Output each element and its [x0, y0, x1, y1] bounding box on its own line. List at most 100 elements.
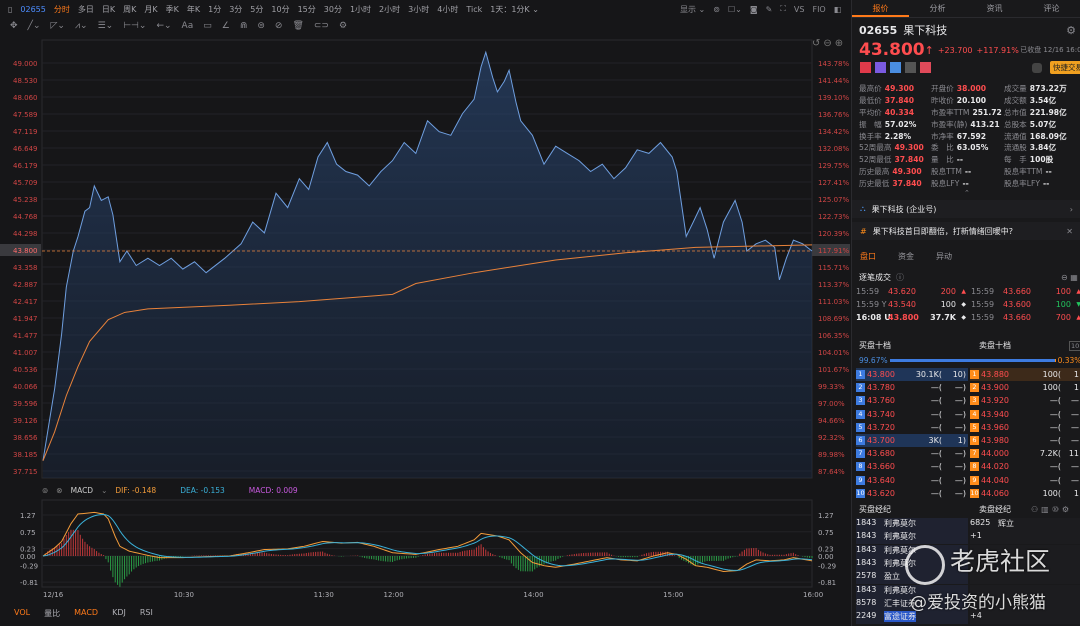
pct-tick-label: 108.69% — [818, 315, 849, 323]
stat-value: 37.840 — [884, 95, 915, 105]
price-tick-label: 42.417 — [13, 298, 38, 306]
settings-icon[interactable]: ⊚ — [42, 486, 48, 495]
panel-tab[interactable]: 分析 — [909, 0, 966, 17]
broker-row[interactable]: +4 — [970, 611, 1080, 625]
level-number: 8 — [970, 462, 979, 472]
level-number: 2 — [970, 383, 979, 393]
sub-tab[interactable]: 资金 — [898, 251, 914, 262]
indicator-tab[interactable]: MACD — [74, 608, 98, 619]
ask-level[interactable]: 6 43.980 —(— — [970, 434, 1080, 447]
quick-trade-button[interactable]: 快捷交易 — [1050, 61, 1080, 74]
broker-id: 2578 — [856, 571, 877, 581]
broker-row[interactable] — [970, 544, 1080, 558]
sub-tab[interactable]: 异动 — [936, 251, 952, 262]
broker-row[interactable]: 6825 辉立 — [970, 518, 1080, 531]
stat-item: 开盘价 38.000 — [931, 84, 1004, 95]
bid-level[interactable]: 10 43.620 —(—) — [856, 487, 968, 500]
indicator-name[interactable]: MACD — [71, 486, 93, 495]
gear-icon[interactable]: ⚙ — [1066, 24, 1076, 37]
sub-tab[interactable]: 盘口 — [860, 251, 876, 262]
panel-tab[interactable]: 报价 — [852, 0, 909, 17]
time-axis-label: 12:00 — [384, 591, 404, 599]
levels-button[interactable]: 10 — [1069, 340, 1080, 351]
bid-level[interactable]: 8 43.660 —(—) — [856, 460, 968, 473]
collapse-icon[interactable]: ⌃ — [964, 189, 970, 197]
broker-id: 1843 — [856, 557, 877, 567]
intraday-chart[interactable]: 49.000 143.78% 48.530 141.44% 48.060 139.10% 4… — [0, 0, 850, 626]
bid-price: 43.700 — [867, 436, 895, 445]
stat-label: 最高价 — [859, 84, 882, 93]
ask-level[interactable]: 4 43.940 —(— — [970, 408, 1080, 421]
bid-level[interactable]: 9 43.640 —(—) — [856, 474, 968, 487]
broker-tools-icons[interactable]: ⚇▥⑩⚙ — [1031, 505, 1072, 514]
macd-frame — [41, 499, 813, 588]
pct-tick-label: 120.39% — [818, 230, 849, 238]
close-icon[interactable]: ✕ — [1066, 227, 1073, 236]
broker-name: 辉立 — [998, 519, 1014, 528]
enterprise-link[interactable]: ⛬ 果下科技 (企业号) › — [852, 200, 1080, 218]
broker-row[interactable]: 2249 富途证券 — [856, 611, 968, 625]
close-icon[interactable]: ⊗ — [56, 486, 62, 495]
indicator-tab[interactable]: RSI — [140, 608, 153, 619]
ask-orders: — — [1071, 396, 1079, 406]
chevron-down-icon[interactable]: ⌄ — [101, 486, 107, 495]
ask-level[interactable]: 2 43.900 100(1 — [970, 381, 1080, 394]
ask-book-title: 卖盘十档 — [979, 341, 1011, 350]
indicator-tab[interactable]: 量比 — [44, 608, 60, 619]
broker-row[interactable] — [970, 557, 1080, 571]
bid-level[interactable]: 4 43.740 —(—) — [856, 408, 968, 421]
news-text: 果下科技首日即翻倍，打新情绪回暖中? — [872, 226, 1013, 236]
broker-row[interactable]: 8578 汇丰证券 — [856, 597, 968, 611]
macd-tick-label: 0.75 — [20, 529, 36, 537]
panel-tab[interactable]: 资讯 — [966, 0, 1023, 17]
stat-label: 股息TTM — [931, 167, 962, 177]
ask-level[interactable]: 10 44.060 100(1 — [970, 487, 1080, 500]
ask-level[interactable]: 5 43.960 —(— — [970, 421, 1080, 434]
bid-volume: —( — [930, 475, 942, 485]
ask-level[interactable]: 9 44.040 —(— — [970, 474, 1080, 487]
bid-level[interactable]: 1 43.800 30.1K(10) — [856, 368, 968, 381]
ask-level[interactable]: 3 43.920 —(— — [970, 394, 1080, 407]
level-number: 8 — [856, 462, 865, 472]
ask-level[interactable]: 1 43.880 100(1 — [970, 368, 1080, 381]
pct-tick-label: 134.42% — [818, 128, 849, 136]
info-icon[interactable]: ⓘ — [896, 272, 904, 283]
broker-id: +1 — [970, 531, 982, 541]
indicator-tab[interactable]: KDJ — [112, 608, 126, 619]
news-banner[interactable]: # 果下科技首日即翻倍，打新情绪回暖中? ✕ — [852, 222, 1080, 240]
bid-level[interactable]: 3 43.760 —(—) — [856, 394, 968, 407]
broker-row[interactable]: 2578 盈立 — [856, 571, 968, 585]
enterprise-icon: ⛬ — [860, 204, 866, 213]
ask-level[interactable]: 8 44.020 —(— — [970, 460, 1080, 473]
indicator-tab[interactable]: VOL — [14, 608, 30, 619]
panel-tab[interactable]: 评论 — [1023, 0, 1080, 17]
hk-flag-icon[interactable] — [860, 62, 871, 73]
price-tick-label: 48.060 — [13, 94, 38, 102]
heart-icon[interactable] — [920, 62, 931, 73]
doc-icon[interactable] — [905, 62, 916, 73]
bid-level[interactable]: 2 43.780 —(—) — [856, 381, 968, 394]
broker-row[interactable]: 1843 利弗莫尔 — [856, 557, 968, 571]
broker-row[interactable] — [970, 597, 1080, 611]
more-icon[interactable]: ⊖ ▦ — [1061, 273, 1078, 282]
broker-row[interactable]: 1843 利弗莫尔 — [856, 544, 968, 558]
bid-orders: —) — [954, 422, 966, 432]
broker-row[interactable] — [970, 571, 1080, 585]
stat-item: 股息率TTM -- — [1004, 167, 1079, 178]
broker-row[interactable] — [970, 584, 1080, 598]
bid-level[interactable]: 6 43.700 3K(1) — [856, 434, 968, 447]
bid-volume: —( — [930, 422, 942, 432]
price-tick-label: 47.119 — [13, 128, 38, 136]
trade-time: 15:59 — [971, 287, 995, 296]
bid-level[interactable]: 5 43.720 —(—) — [856, 421, 968, 434]
ask-level[interactable]: 7 44.000 7.2K(11 — [970, 447, 1080, 460]
bid-level[interactable]: 7 43.680 —(—) — [856, 447, 968, 460]
broker-row[interactable]: 1843 利弗莫尔 — [856, 584, 968, 598]
tag-icon[interactable] — [875, 62, 886, 73]
broker-row[interactable]: 1843 利弗莫尔 — [856, 518, 968, 531]
bell-icon[interactable] — [1032, 62, 1042, 73]
broker-row[interactable]: 1843 利弗莫尔 — [856, 531, 968, 545]
label-icon[interactable] — [890, 62, 901, 73]
broker-row[interactable]: +1 — [970, 531, 1080, 545]
stat-item: 市盈率(静) 413.21 — [931, 120, 1004, 131]
